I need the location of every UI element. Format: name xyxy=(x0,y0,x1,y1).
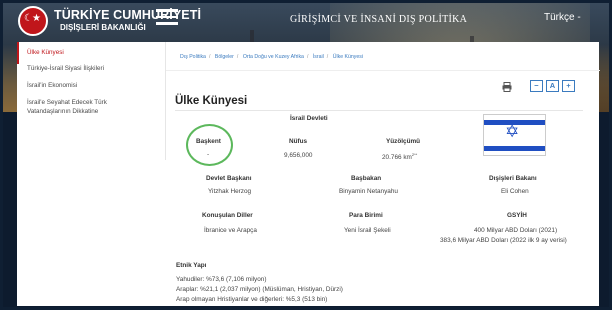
breadcrumb-item[interactable]: Orta Doğu ve Kuzey Afrika xyxy=(243,54,304,60)
gdp-label: GSYİH xyxy=(507,212,527,219)
area-label: Yüzölçümü xyxy=(386,138,421,145)
sidebar: Ülke Künyesi Türkiye-İsrail Siyasi İlişk… xyxy=(17,42,165,160)
divider xyxy=(166,70,600,71)
gdp-value-2: 383,6 Milyar ABD Doları (2022 ilk 9 ay v… xyxy=(440,237,567,244)
sidebar-item-ekonomi[interactable]: İsrail'in Ekonomisi xyxy=(17,81,165,90)
pm-value: Binyamin Netanyahu xyxy=(339,188,398,195)
languages-value: İbranice ve Arapça xyxy=(204,227,257,234)
highlight-circle xyxy=(186,124,233,166)
area-number: 20.766 km xyxy=(382,154,412,162)
zoom-out-button[interactable]: − xyxy=(530,80,543,92)
pm-label: Başbakan xyxy=(351,175,382,182)
breadcrumb: Dış Politika / Bölgeler / Orta Doğu ve Kuz… xyxy=(180,54,363,60)
sidebar-item-siyasi-iliskiler[interactable]: Türkiye-İsrail Siyasi İlişkileri xyxy=(17,64,165,73)
ethnic-label: Etnik Yapı xyxy=(176,262,207,269)
breadcrumb-item[interactable]: Bölgeler xyxy=(215,54,234,60)
language-selector[interactable]: Türkçe - xyxy=(544,12,581,23)
fm-value: Eli Cohen xyxy=(501,188,529,195)
head-of-state-label: Devlet Başkanı xyxy=(206,175,252,182)
area-value: 20.766 km2** xyxy=(382,152,417,161)
ministry-logo-icon[interactable] xyxy=(18,6,48,36)
brand-line-2[interactable]: DIŞİŞLERİ BAKANLIĞI xyxy=(60,23,146,32)
area-superscript: 2** xyxy=(411,152,418,157)
sidebar-item-ulke-kunyesi[interactable]: Ülke Künyesi xyxy=(17,42,165,64)
currency-label: Para Birimi xyxy=(349,212,383,219)
divider xyxy=(175,110,583,111)
header-title: GİRİŞİMCİ VE İNSANİ DIŞ POLİTİKA xyxy=(290,14,468,25)
breadcrumb-item[interactable]: Dış Politika xyxy=(180,54,206,60)
breadcrumb-item[interactable]: İsrail xyxy=(313,54,324,60)
ethnic-line: Yahudiler: %73,6 (7,106 milyon) xyxy=(176,276,267,283)
population-label: Nüfus xyxy=(289,138,308,145)
israel-flag-icon: ✡ xyxy=(483,114,546,156)
languages-label: Konuşulan Diller xyxy=(202,212,253,219)
breadcrumb-item[interactable]: Ülke Künyesi xyxy=(333,54,363,60)
fm-label: Dışişleri Bakanı xyxy=(489,175,537,182)
zoom-in-button[interactable]: + xyxy=(562,80,575,92)
ethnic-line: Arap olmayan Hristiyanlar ve diğerleri: … xyxy=(176,296,328,303)
sidebar-item-seyahat[interactable]: İsrail'e Seyahat Edecek Türk Vatandaşlar… xyxy=(17,98,127,116)
country-name: İsrail Devleti xyxy=(290,115,328,122)
gdp-value-1: 400 Milyar ABD Doları (2021) xyxy=(474,227,558,234)
zoom-reset-button[interactable]: A xyxy=(546,80,559,92)
brand-line-1[interactable]: TÜRKİYE CUMHURİYETİ xyxy=(54,8,201,22)
capital-value: - xyxy=(207,151,210,158)
ethnic-line: Araplar: %21,1 (2,037 milyon) (Müslüman,… xyxy=(176,286,343,293)
capital-label: Başkent xyxy=(196,138,221,145)
print-icon[interactable] xyxy=(502,82,512,92)
population-value: 9,656,000 xyxy=(284,152,313,159)
hamburger-menu-icon[interactable] xyxy=(156,9,178,29)
head-of-state-value: Yitzhak Herzog xyxy=(208,188,252,195)
currency-value: Yeni İsrail Şekeli xyxy=(344,227,391,234)
page-title: Ülke Künyesi xyxy=(175,95,248,107)
